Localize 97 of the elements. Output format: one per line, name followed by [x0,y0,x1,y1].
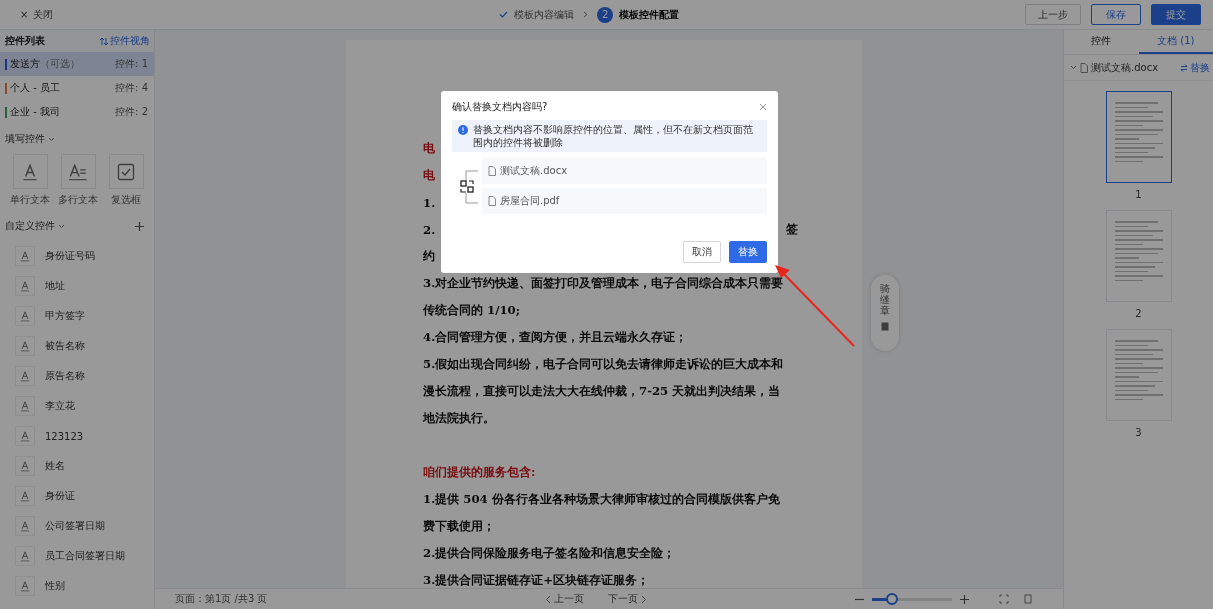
custom-control-item[interactable]: 地址 [0,271,154,301]
document-text: 1. [423,195,436,210]
text-field-icon [18,339,32,353]
close-icon[interactable] [759,103,767,111]
close-button[interactable]: × 关闭 [20,7,54,22]
document-text: 漫长流程，直接可以走法大大在线仲裁，7-25 天就出判决结果，当 [423,384,781,399]
document-text: 4.合同管理方便，查阅方便，并且云端永久存证； [423,330,688,345]
info-icon [458,125,468,135]
file-icon [488,166,496,176]
document-text: 签 [786,222,798,237]
document-text: 3.对企业节约快递、面签打印及管理成本，电子合同综合成本只需要 [423,276,784,291]
tile-label: 多行文本 [58,193,98,207]
text-field-icon [18,519,32,533]
document-text: 电 [423,168,435,183]
document-text: 传统合同的 1/10; [423,303,521,318]
text-field-icon [18,429,32,443]
caret-icon [1070,64,1077,71]
view-switch-link[interactable]: 控件视角 [100,34,150,48]
tile-label: 复选框 [111,193,141,207]
chevron-left-icon [545,594,551,604]
document-text: 5.假如出现合同纠纷，电子合同可以免去请律师走诉讼的巨大成本和 [423,357,784,372]
panel-tab[interactable]: 控件 [1064,30,1139,54]
custom-control-item[interactable]: 被告名称 [0,331,154,361]
document-text: 费下载使用； [423,519,495,534]
swap-icon [1180,63,1188,72]
control-tile[interactable] [108,154,144,189]
custom-control-item[interactable]: 身份证号码 [0,241,154,271]
fit-page-icon[interactable] [999,594,1009,604]
text-field-icon [18,249,32,263]
replace-link[interactable]: 替换 [1180,60,1210,75]
page-number: 1 [1135,189,1142,200]
file-icon [1080,62,1088,73]
slider-thumb[interactable] [886,592,898,605]
document-text: 1.提供 504 份各行各业各种场景大律师审核过的合同模版供客户免 [423,492,780,507]
next-page-button[interactable]: 下一页 [608,592,647,606]
control-tile[interactable] [60,154,96,189]
chevron-down-icon [58,223,65,229]
page-number: 3 [1135,427,1142,438]
text-field-icon [18,549,32,563]
file-icon [488,196,496,206]
file-name: 测试文稿.docx [1091,60,1159,75]
zoom-in-icon[interactable] [960,594,969,604]
toolbar-button[interactable]: 提交 [1151,4,1201,25]
cancel-button[interactable]: 取消 [683,241,721,263]
text-field-icon [18,459,32,473]
document-text: 咱们提供的服务包含: [423,465,536,480]
section-toggle[interactable]: 自定义控件 [5,219,65,233]
document-text: 2. [423,222,436,237]
custom-control-item[interactable]: 员工合同签署日期 [0,541,154,571]
check-icon [499,10,509,19]
swap-arrows-icon [100,36,108,46]
seal-tool[interactable]: 骑缝章 [880,283,890,316]
document-text: 地法院执行。 [423,411,495,426]
info-text: 替换文档内容不影响原控件的位置、属性，但不在新文档页面范围内的控件将被删除 [473,123,754,149]
toolbar-button[interactable]: 保存 [1091,4,1141,25]
text-field-icon [18,579,32,593]
chevron-icon [582,11,590,18]
fit-width-icon[interactable] [1023,594,1033,604]
checkbox-icon [117,162,135,181]
document-text: 3.提供合同证据链存证+区块链存证服务； [423,573,649,588]
replace-button[interactable]: 替换 [729,241,767,263]
text-field-icon [18,489,32,503]
document-text: 约 [423,249,435,264]
add-icon[interactable] [135,221,144,231]
step: 2 模板控件配置 [597,6,680,23]
panel-tab[interactable]: 文档 (1) [1138,30,1213,54]
custom-control-item[interactable]: 性别 [0,571,154,601]
custom-control-item[interactable]: 123123 [0,421,154,451]
prev-page-button[interactable]: 上一页 [545,592,584,606]
step: 模板内容编辑 [499,7,575,22]
text-field-icon [18,369,32,383]
signer-item[interactable]: 发送方（可选） 控件: 1 [0,52,154,76]
control-tile[interactable] [12,154,48,189]
chevron-right-icon [641,594,647,604]
page-thumbnail[interactable] [1105,91,1172,183]
tile-label: 单行文本 [10,193,50,207]
custom-control-item[interactable]: 甲方签字 [0,301,154,331]
panel-title: 控件列表 [5,34,45,48]
custom-control-item[interactable]: 身份证 [0,481,154,511]
file-name: 房屋合同.pdf [500,194,560,208]
custom-control-item[interactable]: 李立花 [0,391,154,421]
file-name: 测试文稿.docx [500,164,568,178]
seal-icon[interactable] [881,322,889,331]
page-info: 页面：第1页 /共3 页 [175,592,269,606]
custom-control-item[interactable]: 原告名称 [0,361,154,391]
dialog-title: 确认替换文档内容吗? [452,100,548,114]
page-number: 2 [1135,308,1142,319]
document-text: 电 [423,141,435,156]
custom-control-item[interactable]: 姓名 [0,451,154,481]
text-field-icon [18,279,32,293]
text-field-icon [18,309,32,323]
chevron-down-icon [48,136,55,142]
document-text: 2.提供合同保险服务电子签名险和信息安全险； [423,546,676,561]
section-toggle[interactable]: 填写控件 [5,132,55,146]
toolbar-button[interactable]: 上一步 [1025,4,1081,25]
custom-control-item[interactable]: 公司签署日期 [0,511,154,541]
text-field-icon [18,399,32,413]
